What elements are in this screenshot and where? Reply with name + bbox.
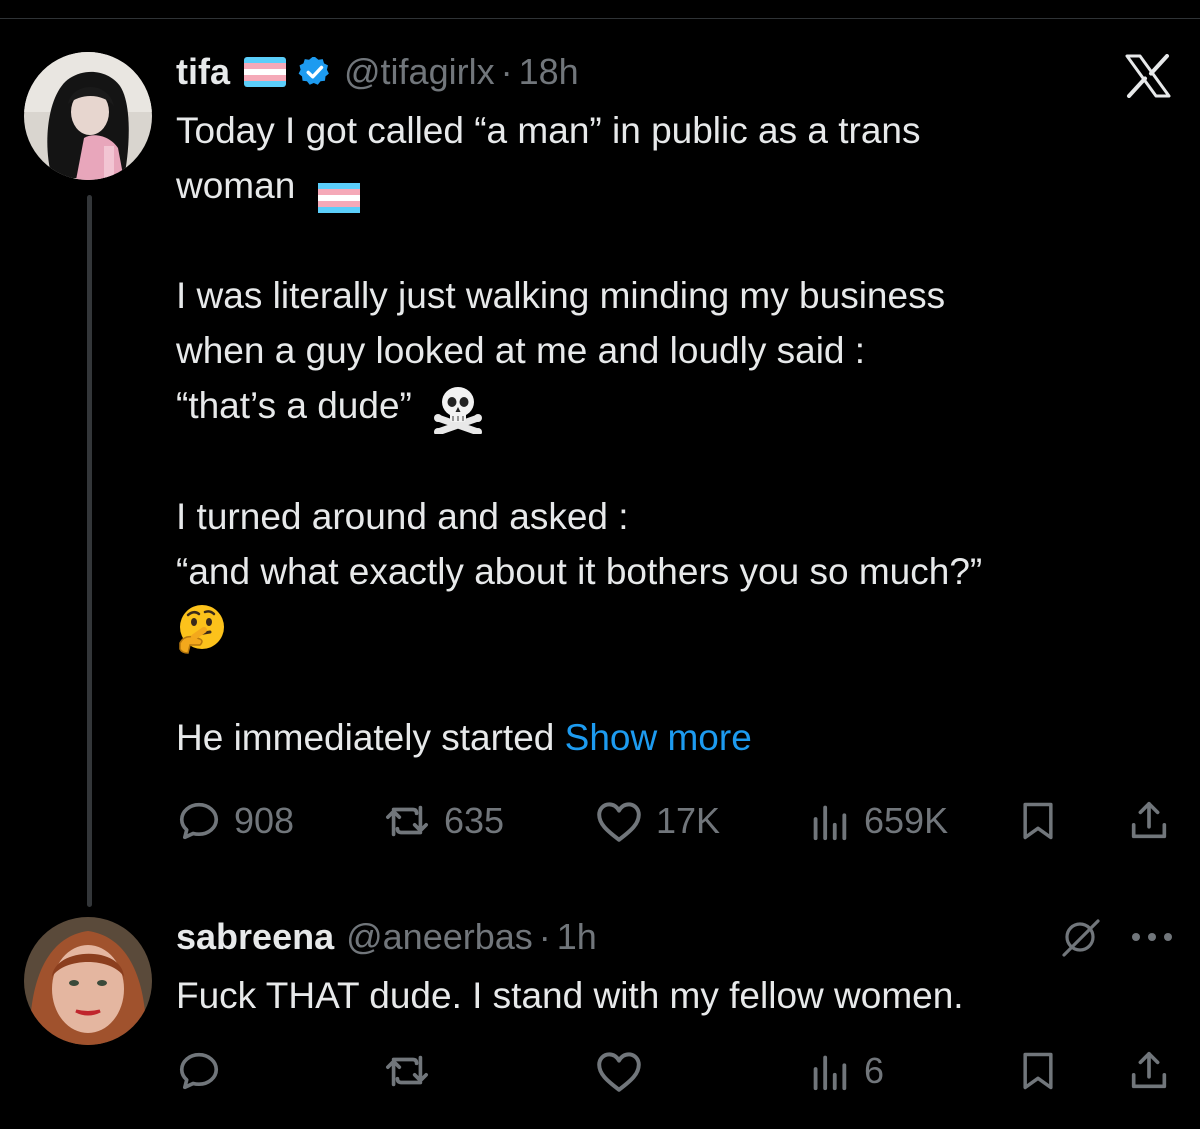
author-name[interactable]: sabreena xyxy=(176,916,334,958)
separator-dot: · xyxy=(538,916,551,957)
thinking-face-emoji xyxy=(176,603,228,655)
author-name[interactable]: tifa xyxy=(176,51,230,93)
comment-bubble-icon xyxy=(179,802,219,840)
like-count: 17K xyxy=(656,800,721,841)
reply-header: sabreena @aneerbas · 1h xyxy=(176,915,597,959)
repost-icon xyxy=(386,805,428,837)
bookmark-icon xyxy=(1023,802,1053,840)
avatar[interactable] xyxy=(24,917,152,1045)
view-count: 659K xyxy=(864,800,949,841)
transgender-flag-icon xyxy=(317,173,360,214)
timestamp[interactable]: 18h xyxy=(519,51,579,93)
repost-count: 635 xyxy=(444,800,505,841)
show-more-link[interactable]: Show more xyxy=(565,717,752,758)
author-handle[interactable]: @tifagirlx xyxy=(344,51,495,93)
views-button[interactable]: 6 xyxy=(806,1046,884,1096)
comment-bubble-icon xyxy=(179,1052,219,1090)
x-logo-icon xyxy=(1124,54,1172,98)
heart-icon xyxy=(597,1052,641,1092)
top-divider xyxy=(0,18,1200,19)
tweet-line: “that’s a dude” xyxy=(176,378,1166,437)
timestamp[interactable]: 1h xyxy=(557,916,597,958)
tweet-line: when a guy looked at me and loudly said … xyxy=(176,330,866,371)
reply-button[interactable]: 908 xyxy=(176,796,294,846)
share-button[interactable] xyxy=(1126,796,1172,846)
tweet-line xyxy=(176,599,1166,655)
tweet-text: Today I got called “a man” in public as … xyxy=(176,103,1166,765)
bookmark-button[interactable] xyxy=(1016,1046,1060,1096)
repost-button[interactable] xyxy=(382,1046,432,1096)
grok-icon[interactable] xyxy=(1058,915,1102,959)
like-button[interactable]: 17K xyxy=(594,796,720,846)
reply-text: Fuck THAT dude. I stand with my fellow w… xyxy=(176,975,964,1016)
share-icon xyxy=(1131,1051,1167,1089)
view-count: 6 xyxy=(864,1050,885,1091)
reply-actions: 6 xyxy=(176,1046,1176,1096)
repost-icon xyxy=(386,1055,428,1087)
tweet-line: I was literally just walking minding my … xyxy=(176,275,946,316)
thread-connector-line xyxy=(87,195,92,907)
tweet-line: I turned around and asked : xyxy=(176,496,629,538)
views-button[interactable]: 659K xyxy=(806,796,948,846)
more-dots-icon[interactable] xyxy=(1132,930,1172,944)
tweet-actions: 908 635 17K 659K xyxy=(176,796,1176,846)
share-icon xyxy=(1131,801,1167,839)
tweet-line: He immediately started Show more xyxy=(176,717,752,759)
tweet-line: “and what exactly about it bothers you s… xyxy=(176,551,983,593)
tweet-header: tifa @tifagirlx · 18h xyxy=(176,50,579,94)
author-handle[interactable]: @aneerbas xyxy=(346,916,533,958)
bookmark-icon xyxy=(1023,1052,1053,1090)
heart-icon xyxy=(597,802,641,842)
bookmark-button[interactable] xyxy=(1016,796,1060,846)
tweet-line: woman xyxy=(176,158,1166,214)
like-button[interactable] xyxy=(594,1046,644,1096)
verified-badge-icon[interactable] xyxy=(298,55,332,89)
avatar[interactable] xyxy=(24,52,152,180)
separator-dot: · xyxy=(500,51,513,92)
reply-button[interactable] xyxy=(176,1046,222,1096)
repost-button[interactable]: 635 xyxy=(382,796,504,846)
reply-count: 908 xyxy=(234,800,295,841)
tweet-line: Today I got called “a man” in public as … xyxy=(176,110,921,151)
transgender-flag-icon xyxy=(244,57,286,87)
views-bar-chart-icon xyxy=(813,805,847,841)
skull-crossbones-emoji xyxy=(432,382,484,437)
views-bar-chart-icon xyxy=(813,1055,847,1091)
share-button[interactable] xyxy=(1126,1046,1172,1096)
